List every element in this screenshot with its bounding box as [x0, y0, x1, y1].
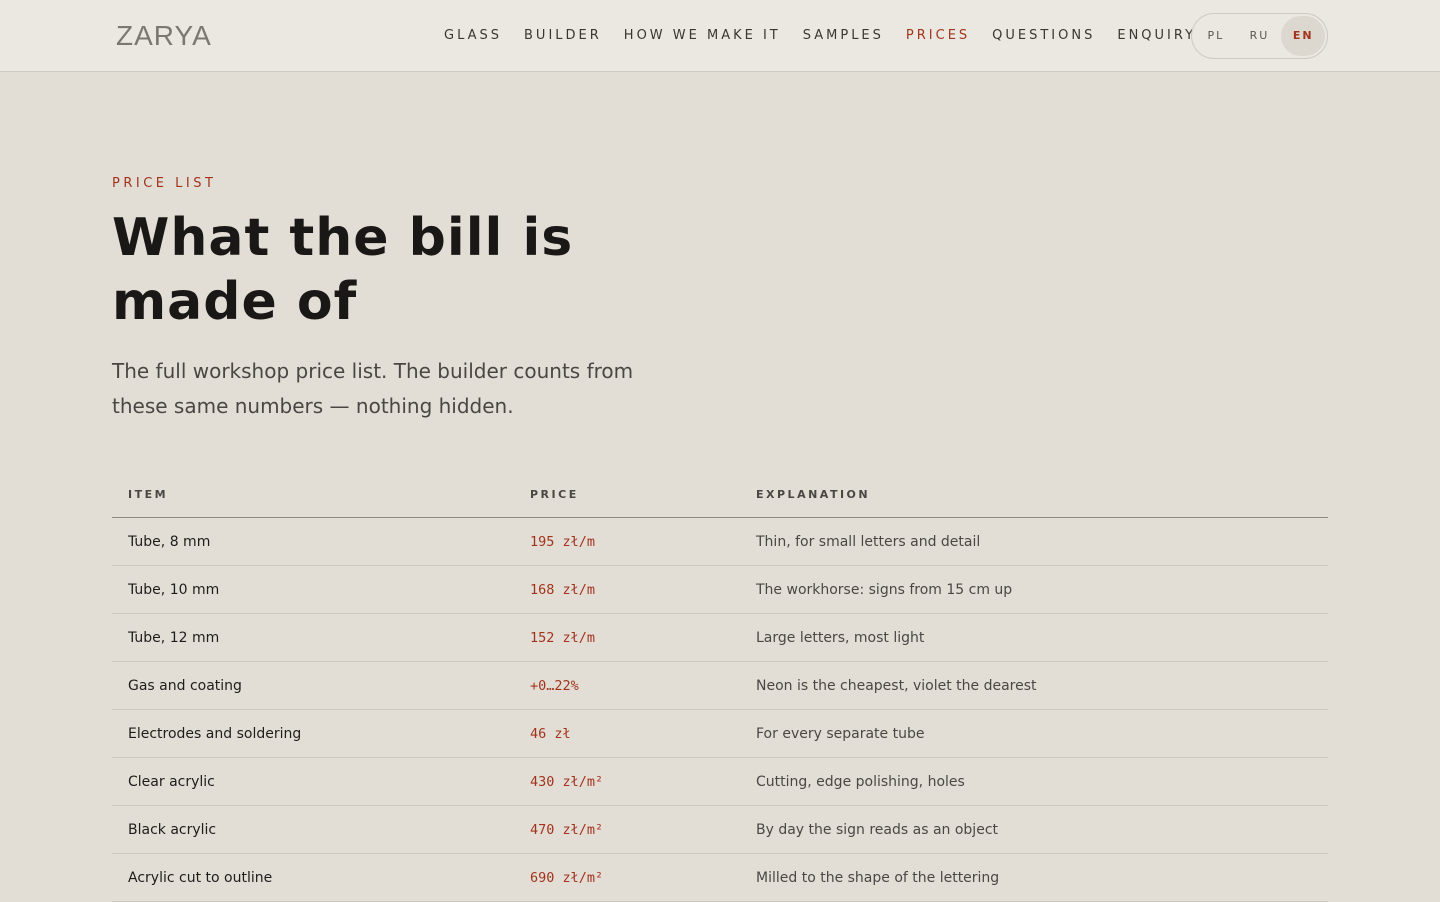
language-option-pl[interactable]: PL: [1194, 16, 1238, 56]
row-price: +0…22%: [530, 678, 579, 694]
row-item: Gas and coating: [128, 678, 242, 694]
row-price: 168 zł/m: [530, 582, 596, 598]
row-price: 430 zł/m²: [530, 774, 604, 790]
row-item: Black acrylic: [128, 822, 217, 838]
table-row: Tube, 12 mm 152 zł/m Large letters, most…: [112, 614, 1328, 662]
row-price: 152 zł/m: [530, 630, 596, 646]
row-explanation: Thin, for small letters and detail: [756, 534, 981, 550]
column-header-price: PRICE: [530, 488, 579, 501]
row-item: Clear acrylic: [128, 774, 215, 790]
page-lead: The full workshop price list. The builde…: [112, 359, 634, 418]
table-row: Tube, 10 mm 168 zł/m The workhorse: sign…: [112, 566, 1328, 614]
row-explanation: Cutting, edge polishing, holes: [756, 774, 965, 790]
section-eyebrow: PRICE LIST: [112, 176, 217, 191]
nav-link-prices[interactable]: PRICES: [906, 28, 970, 44]
column-header-explanation: EXPLANATION: [756, 488, 871, 501]
column-header-item: ITEM: [128, 488, 169, 501]
top-navigation-bar: ZARYA GLASS BUILDER HOW WE MAKE IT SAMPL…: [0, 0, 1440, 72]
row-price: 470 zł/m²: [530, 822, 604, 838]
table-row: Tube, 8 mm 195 zł/m Thin, for small lett…: [112, 518, 1328, 566]
row-item: Electrodes and soldering: [128, 726, 302, 742]
page-title: What the bill is made of: [112, 208, 574, 332]
table-row: Black acrylic 470 zł/m² By day the sign …: [112, 806, 1328, 854]
nav-link-how-we-make-it[interactable]: HOW WE MAKE IT: [624, 28, 781, 44]
row-item: Tube, 10 mm: [128, 582, 220, 598]
row-price: 690 zł/m²: [530, 870, 604, 886]
price-table-header: ITEM PRICE EXPLANATION: [112, 470, 1328, 518]
price-table: ITEM PRICE EXPLANATION Tube, 8 mm 195 zł…: [112, 470, 1328, 902]
row-explanation: By day the sign reads as an object: [756, 822, 998, 838]
row-price: 46 zł: [530, 726, 571, 742]
table-row: Electrodes and soldering 46 zł For every…: [112, 710, 1328, 758]
row-explanation: For every separate tube: [756, 726, 925, 742]
language-switcher: PL RU EN: [1191, 13, 1328, 59]
brand-logo[interactable]: ZARYA: [116, 18, 212, 54]
language-option-en[interactable]: EN: [1281, 16, 1326, 56]
nav-link-builder[interactable]: BUILDER: [524, 28, 602, 44]
row-item: Tube, 12 mm: [128, 630, 220, 646]
table-row: Acrylic cut to outline 690 zł/m² Milled …: [112, 854, 1328, 902]
nav-link-glass[interactable]: GLASS: [444, 28, 502, 44]
row-item: Acrylic cut to outline: [128, 870, 273, 886]
row-explanation: The workhorse: signs from 15 cm up: [756, 582, 1013, 598]
table-row: Gas and coating +0…22% Neon is the cheap…: [112, 662, 1328, 710]
row-price: 195 zł/m: [530, 534, 596, 550]
row-explanation: Neon is the cheapest, violet the dearest: [756, 678, 1037, 694]
language-option-ru[interactable]: RU: [1238, 16, 1282, 56]
row-item: Tube, 8 mm: [128, 534, 211, 550]
table-row: Clear acrylic 430 zł/m² Cutting, edge po…: [112, 758, 1328, 806]
row-explanation: Milled to the shape of the lettering: [756, 870, 1000, 886]
nav-link-samples[interactable]: SAMPLES: [803, 28, 884, 44]
nav-link-questions[interactable]: QUESTIONS: [992, 28, 1095, 44]
row-explanation: Large letters, most light: [756, 630, 925, 646]
nav-link-enquiry[interactable]: ENQUIRY: [1117, 28, 1196, 44]
main-nav: GLASS BUILDER HOW WE MAKE IT SAMPLES PRI…: [444, 0, 1218, 72]
